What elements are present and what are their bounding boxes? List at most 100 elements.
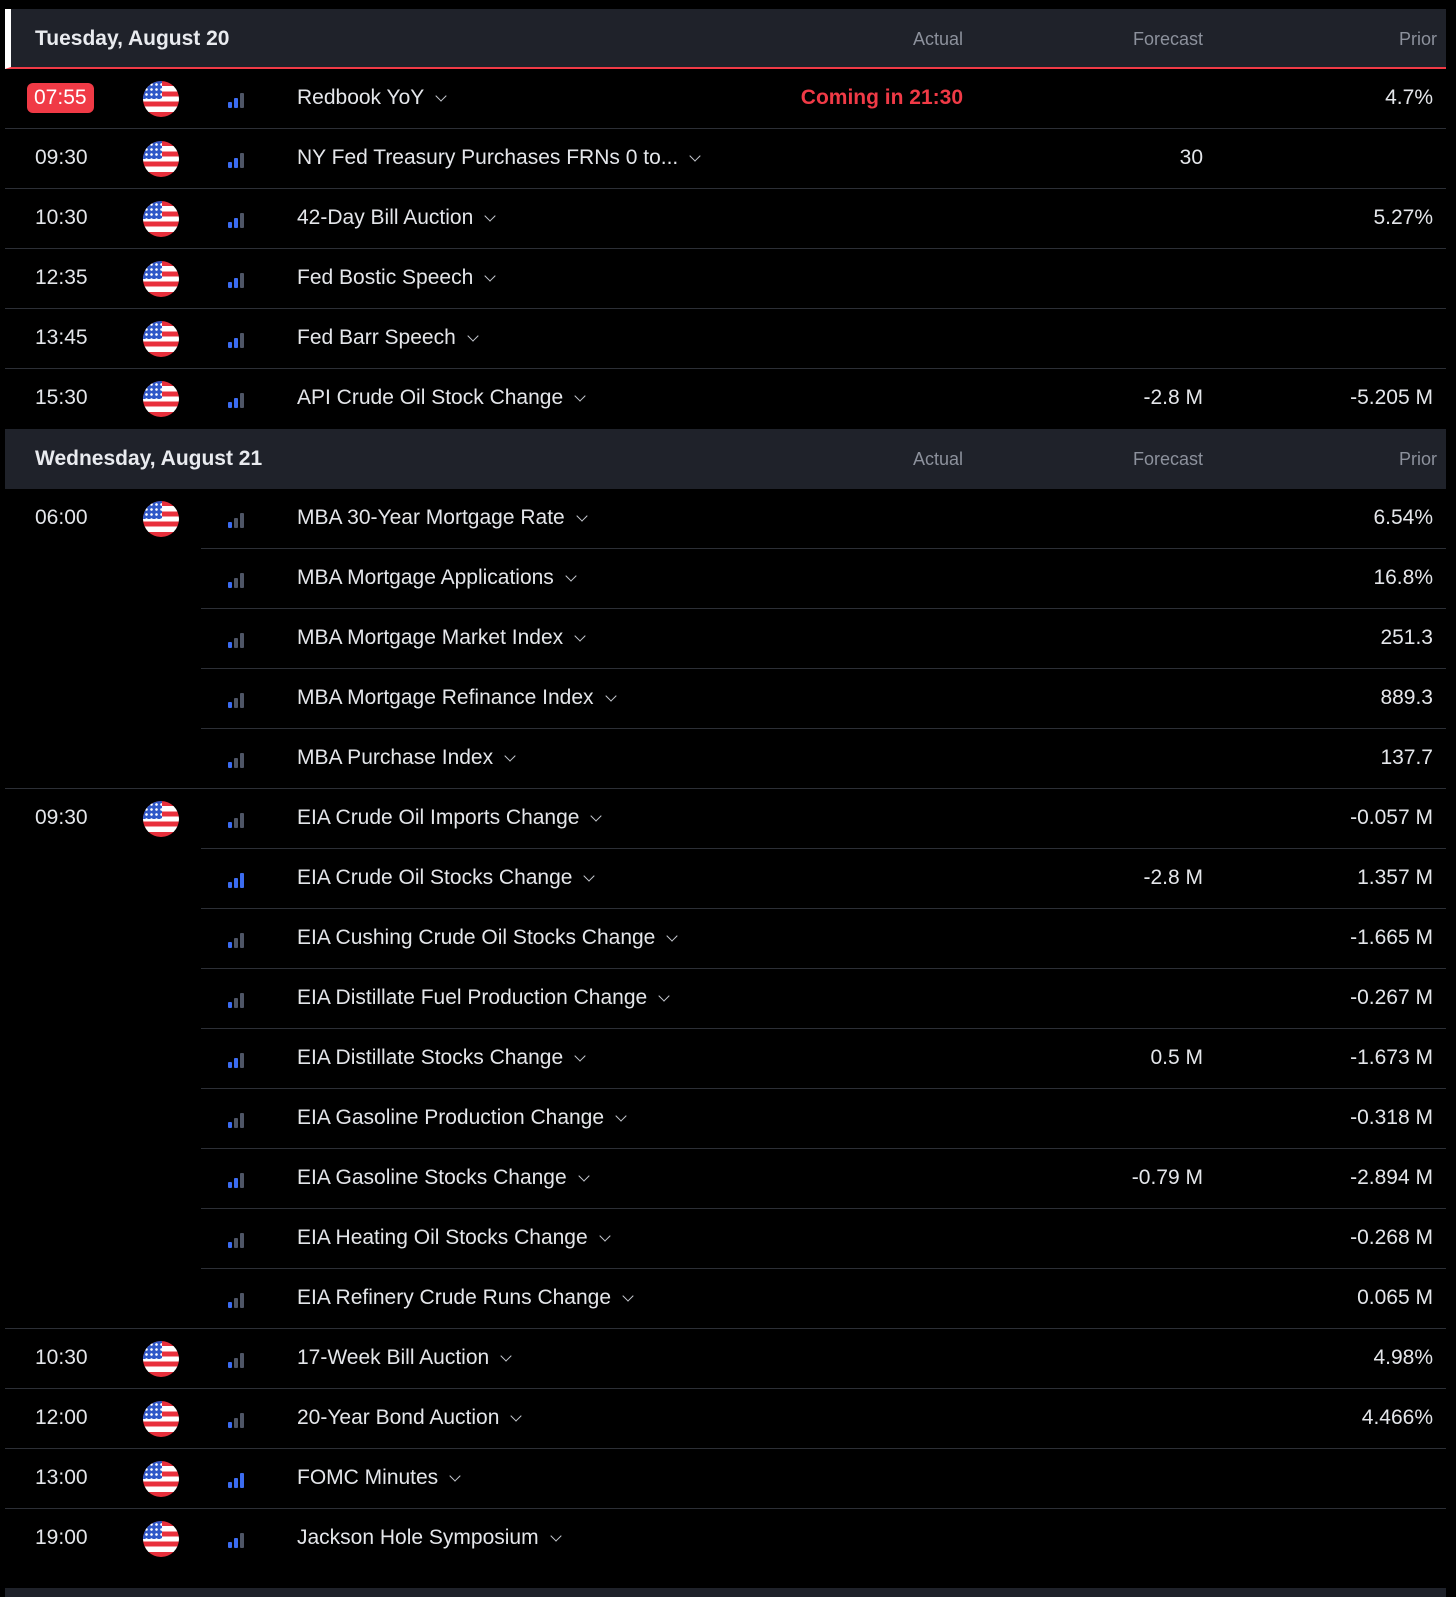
chevron-down-icon: [449, 1470, 461, 1482]
event-name-dropdown[interactable]: EIA Cushing Crude Oil Stocks Change: [297, 926, 679, 950]
event-time: 19:00: [35, 1526, 88, 1549]
us-flag-icon: [143, 1521, 179, 1557]
column-header-actual: Actual: [912, 449, 963, 469]
prior-value: -0.057 M: [1350, 806, 1433, 829]
prior-value: -2.894 M: [1350, 1166, 1433, 1189]
event-row[interactable]: MBA Purchase Index 137.7: [5, 729, 1446, 789]
day-title: Tuesday, August 20: [35, 27, 230, 50]
importance-bars-icon: [228, 1350, 246, 1368]
event-name: EIA Gasoline Stocks Change: [297, 1166, 567, 1189]
event-name-dropdown[interactable]: Jackson Hole Symposium: [297, 1526, 562, 1550]
chevron-down-icon: [622, 1290, 634, 1302]
importance-bars-icon: [228, 90, 246, 108]
event-row[interactable]: MBA Mortgage Applications 16.8%: [5, 549, 1446, 609]
prior-value: 5.27%: [1373, 206, 1433, 229]
event-name-dropdown[interactable]: 42-Day Bill Auction: [297, 206, 496, 230]
prior-value: -0.318 M: [1350, 1106, 1433, 1129]
importance-bars-icon: [228, 330, 246, 348]
event-name: EIA Gasoline Production Change: [297, 1106, 605, 1129]
event-name-dropdown[interactable]: EIA Heating Oil Stocks Change: [297, 1226, 611, 1250]
importance-bars-icon: [228, 390, 246, 408]
chevron-down-icon: [549, 1530, 562, 1542]
event-row[interactable]: 07:55 Redbook YoY Coming in 21:30 4.7%: [5, 69, 1446, 129]
event-row[interactable]: 15:30 API Crude Oil Stock Change -2.8 M …: [5, 369, 1446, 429]
event-name-dropdown[interactable]: EIA Crude Oil Stocks Change: [297, 866, 596, 890]
event-name-dropdown[interactable]: Redbook YoY: [297, 86, 447, 110]
us-flag-icon: [143, 801, 179, 837]
event-name: Fed Bostic Speech: [297, 266, 474, 289]
event-time: 10:30: [35, 206, 88, 229]
event-name-dropdown[interactable]: 17-Week Bill Auction: [297, 1346, 512, 1370]
importance-bars-icon: [228, 210, 246, 228]
event-row[interactable]: EIA Cushing Crude Oil Stocks Change -1.6…: [5, 909, 1446, 969]
event-name-dropdown[interactable]: Fed Bostic Speech: [297, 266, 496, 290]
prior-value: -0.268 M: [1350, 1226, 1433, 1249]
day-header-tuesday: Tuesday, August 20 Actual Forecast Prior: [5, 9, 1446, 69]
event-name-dropdown[interactable]: Fed Barr Speech: [297, 326, 479, 350]
event-name-dropdown[interactable]: EIA Crude Oil Imports Change: [297, 806, 603, 830]
chevron-down-icon: [484, 210, 496, 222]
event-row[interactable]: MBA Mortgage Refinance Index 889.3: [5, 669, 1446, 729]
event-name: EIA Heating Oil Stocks Change: [297, 1226, 588, 1249]
event-row[interactable]: 13:00 FOMC Minutes: [5, 1449, 1446, 1509]
event-name-dropdown[interactable]: MBA 30-Year Mortgage Rate: [297, 506, 588, 530]
event-row[interactable]: 12:00 20-Year Bond Auction 4.466%: [5, 1389, 1446, 1449]
event-name: 42-Day Bill Auction: [297, 206, 474, 229]
event-name-dropdown[interactable]: NY Fed Treasury Purchases FRNs 0 to...: [297, 146, 701, 170]
event-row[interactable]: 10:30 42-Day Bill Auction 5.27%: [5, 189, 1446, 249]
event-name-dropdown[interactable]: MBA Mortgage Applications: [297, 566, 577, 590]
event-row[interactable]: MBA Mortgage Market Index 251.3: [5, 609, 1446, 669]
event-name-dropdown[interactable]: MBA Mortgage Refinance Index: [297, 686, 617, 710]
event-row[interactable]: 10:30 17-Week Bill Auction 4.98%: [5, 1329, 1446, 1389]
event-name-dropdown[interactable]: FOMC Minutes: [297, 1466, 461, 1490]
prior-value: 889.3: [1380, 686, 1433, 709]
event-row[interactable]: EIA Distillate Stocks Change 0.5 M -1.67…: [5, 1029, 1446, 1089]
event-row[interactable]: 12:35 Fed Bostic Speech: [5, 249, 1446, 309]
prior-value: 6.54%: [1373, 506, 1433, 529]
event-row[interactable]: 09:30 NY Fed Treasury Purchases FRNs 0 t…: [5, 129, 1446, 189]
event-name-dropdown[interactable]: EIA Refinery Crude Runs Change: [297, 1286, 634, 1310]
day-title: Wednesday, August 21: [35, 447, 263, 470]
event-row[interactable]: 06:00 MBA 30-Year Mortgage Rate 6.54%: [5, 489, 1446, 549]
event-name-dropdown[interactable]: API Crude Oil Stock Change: [297, 386, 586, 410]
event-name-dropdown[interactable]: MBA Purchase Index: [297, 746, 516, 770]
event-name-dropdown[interactable]: EIA Distillate Stocks Change: [297, 1046, 586, 1070]
event-name-dropdown[interactable]: EIA Distillate Fuel Production Change: [297, 986, 670, 1010]
event-time-live-badge: 07:55: [27, 83, 94, 113]
chevron-down-icon: [574, 630, 586, 642]
event-name: MBA Purchase Index: [297, 746, 494, 769]
chevron-down-icon: [604, 690, 617, 702]
event-row[interactable]: EIA Heating Oil Stocks Change -0.268 M: [5, 1209, 1446, 1269]
importance-bars-icon: [228, 930, 246, 948]
event-row[interactable]: EIA Gasoline Stocks Change -0.79 M -2.89…: [5, 1149, 1446, 1209]
event-name: EIA Distillate Fuel Production Change: [297, 986, 648, 1009]
importance-bars-icon: [228, 150, 246, 168]
chevron-down-icon: [574, 1050, 586, 1062]
event-row[interactable]: 09:30 EIA Crude Oil Imports Change -0.05…: [5, 789, 1446, 849]
event-name: NY Fed Treasury Purchases FRNs 0 to...: [297, 146, 679, 169]
event-row[interactable]: EIA Refinery Crude Runs Change 0.065 M: [5, 1269, 1446, 1329]
importance-bars-icon: [228, 510, 246, 528]
event-row[interactable]: EIA Gasoline Production Change -0.318 M: [5, 1089, 1446, 1149]
us-flag-icon: [143, 381, 179, 417]
event-row[interactable]: 19:00 Jackson Hole Symposium: [5, 1509, 1446, 1569]
event-row[interactable]: EIA Distillate Fuel Production Change -0…: [5, 969, 1446, 1029]
importance-bars-icon: [228, 690, 246, 708]
event-time: 06:00: [35, 506, 88, 529]
event-name-dropdown[interactable]: EIA Gasoline Stocks Change: [297, 1166, 590, 1190]
prior-value: 0.065 M: [1357, 1286, 1433, 1309]
event-row[interactable]: 13:45 Fed Barr Speech: [5, 309, 1446, 369]
event-row[interactable]: EIA Crude Oil Stocks Change -2.8 M 1.357…: [5, 849, 1446, 909]
prior-value: 4.7%: [1385, 86, 1433, 109]
chevron-down-icon: [565, 570, 577, 582]
forecast-value: -0.79 M: [1131, 1166, 1203, 1189]
us-flag-icon: [143, 141, 179, 177]
column-header-forecast: Forecast: [1132, 29, 1203, 49]
event-name-dropdown[interactable]: MBA Mortgage Market Index: [297, 626, 586, 650]
event-name: Jackson Hole Symposium: [297, 1526, 539, 1549]
event-name-dropdown[interactable]: 20-Year Bond Auction: [297, 1406, 523, 1430]
event-name: MBA 30-Year Mortgage Rate: [297, 506, 565, 529]
event-name: EIA Refinery Crude Runs Change: [297, 1286, 612, 1309]
event-name-dropdown[interactable]: EIA Gasoline Production Change: [297, 1106, 627, 1130]
importance-bars-icon: [228, 1230, 246, 1248]
